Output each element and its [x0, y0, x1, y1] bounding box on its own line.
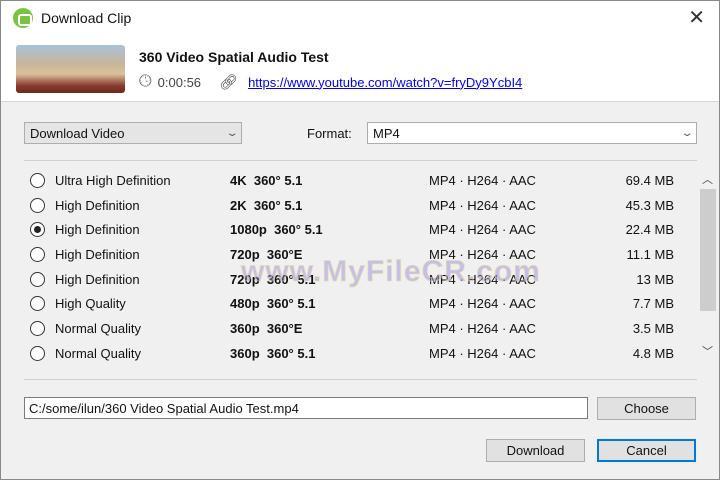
scrollbar-thumb[interactable]: [700, 189, 716, 311]
radio-button[interactable]: [30, 222, 45, 238]
size-label: 13 MB: [636, 271, 674, 287]
size-label: 22.4 MB: [625, 222, 674, 238]
format-select-value: MP4: [373, 125, 400, 141]
codec-label: MP4 · H264 · AAC: [429, 172, 536, 188]
resolution-label: 720p 360°E: [230, 246, 303, 262]
chevron-down-icon: ⌄: [225, 127, 239, 139]
codec-label: MP4 · H264 · AAC: [429, 246, 536, 262]
quality-list: Ultra High Definition 4K 360° 5.1 MP4 · …: [24, 168, 696, 366]
resolution-label: 360p 360° 5.1: [230, 345, 316, 361]
link-icon: 🔗︎: [219, 74, 239, 91]
mode-select-value: Download Video: [30, 125, 125, 141]
codec-label: MP4 · H264 · AAC: [429, 271, 536, 287]
quality-label: Normal Quality: [55, 345, 141, 361]
radio-button[interactable]: [30, 296, 45, 312]
duration: 0:00:56: [157, 74, 202, 90]
choose-button[interactable]: Choose: [597, 397, 696, 420]
cancel-button[interactable]: Cancel: [597, 439, 696, 462]
resolution-label: 2K 360° 5.1: [230, 197, 303, 213]
quality-option[interactable]: Normal Quality 360p 360°E MP4 · H264 · A…: [24, 316, 696, 341]
format-label: Format:: [307, 126, 352, 141]
quality-option[interactable]: High Definition 1080p 360° 5.1 MP4 · H26…: [24, 217, 696, 242]
divider: [24, 160, 697, 161]
quality-option[interactable]: High Definition 720p 360° 5.1 MP4 · H264…: [24, 267, 696, 292]
quality-label: High Quality: [55, 296, 126, 312]
download-button[interactable]: Download: [486, 439, 585, 462]
radio-button[interactable]: [30, 246, 45, 262]
quality-option[interactable]: High Quality 480p 360° 5.1 MP4 · H264 · …: [24, 291, 696, 316]
quality-label: High Definition: [55, 271, 140, 287]
close-icon[interactable]: ✕: [688, 5, 705, 30]
size-label: 69.4 MB: [625, 172, 674, 188]
divider: [24, 379, 697, 380]
header: Download Clip ✕ 360 Video Spatial Audio …: [1, 1, 719, 102]
app-logo-icon: [13, 8, 33, 28]
quality-label: High Definition: [55, 197, 140, 213]
video-title: 360 Video Spatial Audio Test: [139, 49, 329, 65]
quality-label: Normal Quality: [55, 320, 141, 336]
size-label: 11.1 MB: [626, 246, 674, 262]
quality-label: Ultra High Definition: [55, 172, 171, 188]
window-title: Download Clip: [41, 10, 132, 26]
quality-label: High Definition: [55, 246, 140, 262]
codec-label: MP4 · H264 · AAC: [429, 345, 536, 361]
quality-label: High Definition: [55, 222, 140, 238]
size-label: 4.8 MB: [632, 345, 674, 361]
mode-select[interactable]: Download Video ⌄: [24, 122, 242, 144]
radio-button[interactable]: [30, 320, 45, 336]
quality-option[interactable]: High Definition 2K 360° 5.1 MP4 · H264 ·…: [24, 193, 696, 218]
chevron-down-icon: ⌄: [680, 127, 694, 139]
codec-label: MP4 · H264 · AAC: [429, 197, 536, 213]
codec-label: MP4 · H264 · AAC: [429, 296, 536, 312]
quality-option[interactable]: High Definition 720p 360°E MP4 · H264 · …: [24, 242, 696, 267]
video-thumbnail: [16, 45, 125, 93]
format-select[interactable]: MP4 ⌄: [367, 122, 697, 144]
quality-option[interactable]: Ultra High Definition 4K 360° 5.1 MP4 · …: [24, 168, 696, 193]
resolution-label: 4K 360° 5.1: [230, 172, 303, 188]
codec-label: MP4 · H264 · AAC: [429, 320, 536, 336]
size-label: 45.3 MB: [625, 197, 674, 213]
video-url-link[interactable]: https://www.youtube.com/watch?v=fryDy9Yc…: [248, 75, 522, 90]
radio-button[interactable]: [30, 172, 45, 188]
chevron-up-icon[interactable]: ︿: [702, 171, 713, 187]
resolution-label: 1080p 360° 5.1: [230, 222, 323, 238]
output-path-input[interactable]: C:/some/ilun/360 Video Spatial Audio Tes…: [24, 397, 588, 419]
radio-button[interactable]: [30, 197, 45, 213]
resolution-label: 720p 360° 5.1: [230, 271, 316, 287]
scrollbar[interactable]: ︿ ﹀: [698, 171, 718, 359]
radio-button[interactable]: [30, 271, 45, 287]
resolution-label: 480p 360° 5.1: [230, 296, 316, 312]
size-label: 7.7 MB: [632, 296, 674, 312]
window-title-bar: Download Clip: [13, 8, 131, 28]
size-label: 3.5 MB: [632, 320, 674, 336]
clock-icon: 🕓︎: [139, 73, 152, 90]
quality-option[interactable]: Normal Quality 360p 360° 5.1 MP4 · H264 …: [24, 341, 696, 366]
codec-label: MP4 · H264 · AAC: [429, 222, 536, 238]
chevron-down-icon[interactable]: ﹀: [702, 343, 713, 359]
radio-button[interactable]: [30, 345, 45, 361]
resolution-label: 360p 360°E: [230, 320, 303, 336]
